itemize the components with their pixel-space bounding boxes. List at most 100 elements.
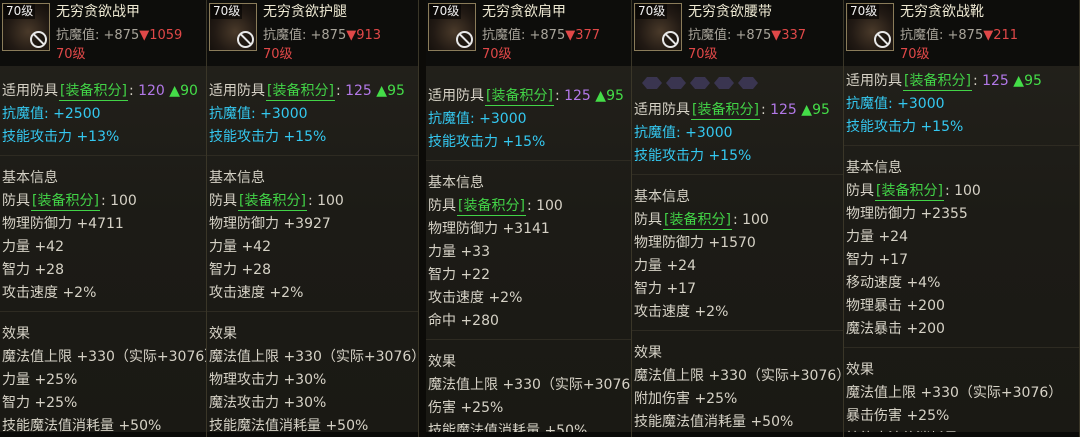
basic-score-tag[interactable]: [装备积分] bbox=[238, 193, 307, 211]
skill-attack-stat: 技能攻击力 +15% bbox=[634, 148, 752, 164]
item-icon[interactable]: 70级 bbox=[209, 3, 257, 51]
resist-diff: ▼337 bbox=[771, 28, 807, 43]
score-tag[interactable]: [装备积分] bbox=[59, 83, 128, 101]
item-name: 无穷贪欲护腿 bbox=[263, 4, 347, 20]
item-icon[interactable]: 70级 bbox=[2, 3, 50, 51]
score-tag[interactable]: [装备积分] bbox=[485, 88, 554, 106]
resist-compare: 抗魔值: +875▼913 bbox=[263, 24, 381, 43]
effect-title: 效果 bbox=[2, 326, 30, 342]
resist-stat: 抗魔值: +3000 bbox=[209, 106, 308, 122]
basic-score-tag[interactable]: [装备积分] bbox=[31, 193, 100, 211]
resist-stat: 抗魔值: +3000 bbox=[428, 111, 527, 127]
separator: : bbox=[972, 73, 983, 89]
set-label: 适用防具 bbox=[209, 83, 265, 99]
resist-compare: 抗魔值: +875▼377 bbox=[482, 24, 600, 43]
resist-value: 抗魔值: +875 bbox=[482, 28, 566, 43]
item-icon[interactable]: 70级 bbox=[634, 3, 682, 51]
divider bbox=[426, 160, 631, 172]
divider bbox=[0, 155, 206, 167]
separator: : bbox=[554, 88, 565, 104]
score-tag[interactable]: [装备积分] bbox=[266, 83, 335, 101]
effect-stat: 技能魔法值消耗量 +50% bbox=[634, 414, 794, 430]
basic-stat: 移动速度 +4% bbox=[846, 275, 941, 291]
effect-stat: 魔法值上限 +330（实际+3076） bbox=[846, 385, 1063, 401]
effect-title: 效果 bbox=[209, 326, 237, 342]
basic-score-line: 防具 [装备积分]: 100 bbox=[426, 195, 631, 218]
item-icon[interactable]: 70级 bbox=[846, 3, 894, 51]
item-header: 70级 无穷贪欲战甲 抗魔值: +875▼1059 70级 bbox=[0, 0, 206, 66]
set-gain: ▲95 bbox=[595, 88, 624, 104]
item-stats: 适用防具 [装备积分]: 125 ▲95 抗魔值: +3000 技能攻击力 +15% 基… bbox=[632, 99, 843, 434]
basic-info-title: 基本信息 bbox=[209, 170, 265, 186]
basic-stat: 力量 +24 bbox=[846, 229, 908, 245]
decoration-icon bbox=[642, 74, 772, 89]
item-level: 70级 bbox=[688, 47, 718, 62]
basic-stat: 智力 +17 bbox=[634, 281, 696, 297]
resist-stat: 抗魔值: +2500 bbox=[2, 106, 101, 122]
level-badge: 70级 bbox=[211, 4, 243, 19]
basic-label: 防具 bbox=[2, 193, 30, 209]
set-score-line: 适用防具 [装备积分]: 120 ▲90 bbox=[0, 80, 206, 103]
divider bbox=[207, 155, 418, 167]
effect-stat: 力量 +25% bbox=[2, 372, 78, 388]
resist-stat: 抗魔值: +3000 bbox=[634, 125, 733, 141]
basic-score-tag[interactable]: [装备积分] bbox=[457, 198, 526, 216]
basic-stat: 智力 +22 bbox=[428, 267, 490, 283]
effect-stat: 暴击伤害 +25% bbox=[846, 408, 950, 424]
effect-stat: 物理攻击力 +30% bbox=[209, 372, 327, 388]
basic-score: : 100 bbox=[307, 193, 344, 209]
skill-attack-stat: 技能攻击力 +13% bbox=[2, 129, 120, 145]
set-score: 125 bbox=[982, 73, 1009, 89]
resist-value: 抗魔值: +875 bbox=[56, 28, 140, 43]
score-tag[interactable]: [装备积分] bbox=[903, 73, 972, 91]
skill-attack-stat: 技能攻击力 +15% bbox=[846, 119, 964, 135]
effect-title: 效果 bbox=[634, 345, 662, 361]
basic-stat: 物理防御力 +2355 bbox=[846, 206, 968, 222]
basic-stat: 物理防御力 +4711 bbox=[2, 216, 124, 232]
set-label: 适用防具 bbox=[2, 83, 58, 99]
level-badge: 70级 bbox=[636, 4, 668, 19]
basic-stat: 攻击速度 +2% bbox=[428, 290, 523, 306]
panel-belt: 70级 无穷贪欲腰带 抗魔值: +875▼337 70级 适用防具 [装备积分]: 125… bbox=[632, 0, 844, 437]
item-level: 70级 bbox=[263, 47, 293, 62]
basic-label: 防具 bbox=[634, 212, 662, 228]
panel-legs: 70级 无穷贪欲护腿 抗魔值: +875▼913 70级 适用防具 [装备积分]: 125… bbox=[207, 0, 419, 437]
effect-stat: 魔法值上限 +330（实际+3076） bbox=[2, 349, 207, 365]
resist-value: 抗魔值: +875 bbox=[900, 28, 984, 43]
forbidden-icon bbox=[662, 31, 679, 48]
score-tag[interactable]: [装备积分] bbox=[691, 102, 760, 120]
set-score: 125 bbox=[770, 102, 797, 118]
item-header: 70级 无穷贪欲腰带 抗魔值: +875▼337 70级 bbox=[632, 0, 843, 66]
item-icon[interactable]: 70级 bbox=[428, 3, 476, 51]
resist-stat: 抗魔值: +3000 bbox=[846, 96, 945, 112]
item-level: 70级 bbox=[900, 47, 930, 62]
item-stats: 适用防具 [装备积分]: 120 ▲90 抗魔值: +2500 技能攻击力 +13% 基… bbox=[0, 80, 206, 437]
panel-boots: 70级 无穷贪欲战靴 抗魔值: +875▼211 70级 适用防具 [装备积分]: 125… bbox=[844, 0, 1080, 437]
effect-stat: 智力 +25% bbox=[2, 395, 78, 411]
panel-bottom-edge bbox=[207, 432, 418, 437]
basic-score-line: 防具 [装备积分]: 100 bbox=[632, 209, 843, 232]
basic-stat: 力量 +42 bbox=[209, 239, 271, 255]
panel-bottom-edge bbox=[0, 432, 206, 437]
basic-stat: 力量 +24 bbox=[634, 258, 696, 274]
separator: : bbox=[760, 102, 771, 118]
resist-diff: ▼211 bbox=[983, 28, 1019, 43]
skill-attack-stat: 技能攻击力 +15% bbox=[209, 129, 327, 145]
set-gain: ▲95 bbox=[801, 102, 830, 118]
resist-value: 抗魔值: +875 bbox=[688, 28, 772, 43]
basic-score-tag[interactable]: [装备积分] bbox=[663, 212, 732, 230]
divider bbox=[844, 347, 1079, 359]
item-stats: 适用防具 [装备积分]: 125 ▲95 抗魔值: +3000 技能攻击力 +15% 基… bbox=[844, 70, 1079, 437]
set-gain: ▲90 bbox=[169, 83, 198, 99]
divider bbox=[632, 330, 843, 342]
basic-stat: 命中 +280 bbox=[428, 313, 499, 329]
basic-info-title: 基本信息 bbox=[2, 170, 58, 186]
basic-score-tag[interactable]: [装备积分] bbox=[875, 183, 944, 201]
basic-stat: 智力 +28 bbox=[209, 262, 271, 278]
basic-stat: 智力 +28 bbox=[2, 262, 64, 278]
basic-stat: 攻击速度 +2% bbox=[2, 285, 97, 301]
basic-stat: 攻击速度 +2% bbox=[634, 304, 729, 320]
effect-title: 效果 bbox=[428, 354, 456, 370]
panel-bottom-edge bbox=[632, 432, 843, 437]
basic-stat: 攻击速度 +2% bbox=[209, 285, 304, 301]
